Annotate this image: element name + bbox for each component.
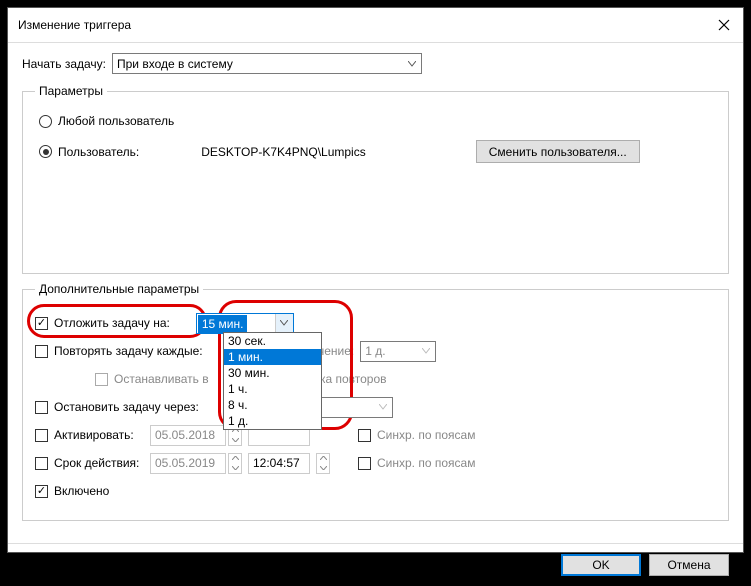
begin-task-row: Начать задачу: При входе в систему xyxy=(22,53,729,74)
activate-row: Активировать: 05.05.2018 Синхр. по пояса… xyxy=(35,424,716,446)
sync-tz-label: Синхр. по поясам xyxy=(377,428,475,442)
stop-after-checkbox[interactable] xyxy=(35,401,48,414)
advanced-legend: Дополнительные параметры xyxy=(35,282,203,296)
enabled-label: Включено xyxy=(54,484,109,498)
chevron-down-icon xyxy=(275,314,293,333)
expire-label: Срок действия: xyxy=(54,456,150,470)
begin-task-label: Начать задачу: xyxy=(22,57,106,71)
stop-at-end-label: Останавливать в xyxy=(114,372,209,386)
chevron-down-icon xyxy=(417,342,435,361)
advanced-group: Дополнительные параметры Отложить задачу… xyxy=(22,282,729,521)
enabled-row: Включено xyxy=(35,480,716,502)
sync-tz-checkbox[interactable] xyxy=(358,457,371,470)
chevron-down-icon xyxy=(374,398,392,417)
date-spinner-icon[interactable] xyxy=(228,453,242,474)
activate-date-input[interactable]: 05.05.2018 xyxy=(150,425,226,446)
radio-checked-icon xyxy=(39,145,52,158)
ok-button[interactable]: OK xyxy=(561,554,641,576)
specific-user-radio-row[interactable]: Пользователь: DESKTOP-K7K4PNQ\Lumpics См… xyxy=(39,140,716,163)
delay-label: Отложить задачу на: xyxy=(54,316,170,330)
begin-task-value: При входе в систему xyxy=(117,57,233,71)
delay-option[interactable]: 1 ч. xyxy=(224,381,321,397)
begin-task-combo[interactable]: При входе в систему xyxy=(112,53,422,74)
stop-after-combo[interactable] xyxy=(317,397,393,418)
change-user-button[interactable]: Сменить пользователя... xyxy=(476,140,640,163)
window-title: Изменение триггера xyxy=(18,18,131,32)
specific-user-value: DESKTOP-K7K4PNQ\Lumpics xyxy=(201,145,366,159)
delay-checkbox[interactable] xyxy=(35,317,48,330)
cancel-button[interactable]: Отмена xyxy=(649,554,729,576)
delay-option[interactable]: 8 ч. xyxy=(224,397,321,413)
repeat-checkbox[interactable] xyxy=(35,345,48,358)
any-user-radio-row[interactable]: Любой пользователь xyxy=(39,114,716,128)
delay-selected-value: 15 мин. xyxy=(198,315,248,333)
titlebar: Изменение триггера xyxy=(8,8,743,43)
repeat-row: Повторять задачу каждые: в течение: 1 д. xyxy=(35,340,716,362)
delay-option[interactable]: 1 д. xyxy=(224,413,321,429)
delay-option[interactable]: 30 сек. xyxy=(224,333,321,349)
repeat-duration-value: 1 д. xyxy=(365,344,385,358)
dialog-content: Начать задачу: При входе в систему Парам… xyxy=(8,43,743,543)
delay-dropdown[interactable]: 30 сек. 1 мин. 30 мин. 1 ч. 8 ч. 1 д. xyxy=(223,332,322,430)
expire-time-input[interactable]: 12:04:57 xyxy=(248,453,310,474)
parameters-legend: Параметры xyxy=(35,84,107,98)
activate-label: Активировать: xyxy=(54,428,150,442)
stop-at-end-checkbox[interactable] xyxy=(95,373,108,386)
sync-tz-label: Синхр. по поясам xyxy=(377,456,475,470)
delay-row: Отложить задачу на: 15 мин. xyxy=(35,312,716,334)
delay-combo[interactable]: 15 мин. xyxy=(196,313,294,334)
any-user-label: Любой пользователь xyxy=(58,114,174,128)
radio-icon xyxy=(39,115,52,128)
stop-after-row: Остановить задачу через: xyxy=(35,396,716,418)
delay-option[interactable]: 30 мин. xyxy=(224,365,321,381)
repeat-duration-combo[interactable]: 1 д. xyxy=(360,341,436,362)
delay-option[interactable]: 1 мин. xyxy=(224,349,321,365)
edit-trigger-dialog: Изменение триггера Начать задачу: При вх… xyxy=(7,7,744,553)
expire-checkbox[interactable] xyxy=(35,457,48,470)
close-icon[interactable] xyxy=(715,16,733,34)
sync-tz-checkbox[interactable] xyxy=(358,429,371,442)
stop-after-label: Остановить задачу через: xyxy=(54,400,199,414)
time-spinner-icon[interactable] xyxy=(316,453,330,474)
chevron-down-icon xyxy=(403,54,421,73)
expire-date-input[interactable]: 05.05.2019 xyxy=(150,453,226,474)
parameters-group: Параметры Любой пользователь Пользовател… xyxy=(22,84,729,274)
expire-row: Срок действия: 05.05.2019 12:04:57 Синхр… xyxy=(35,452,716,474)
stop-at-end-row: Останавливать в срока повторов xyxy=(95,368,716,390)
activate-checkbox[interactable] xyxy=(35,429,48,442)
repeat-label: Повторять задачу каждые: xyxy=(54,344,203,358)
enabled-checkbox[interactable] xyxy=(35,485,48,498)
specific-user-label: Пользователь: xyxy=(58,145,139,159)
dialog-footer: OK Отмена xyxy=(8,543,743,586)
